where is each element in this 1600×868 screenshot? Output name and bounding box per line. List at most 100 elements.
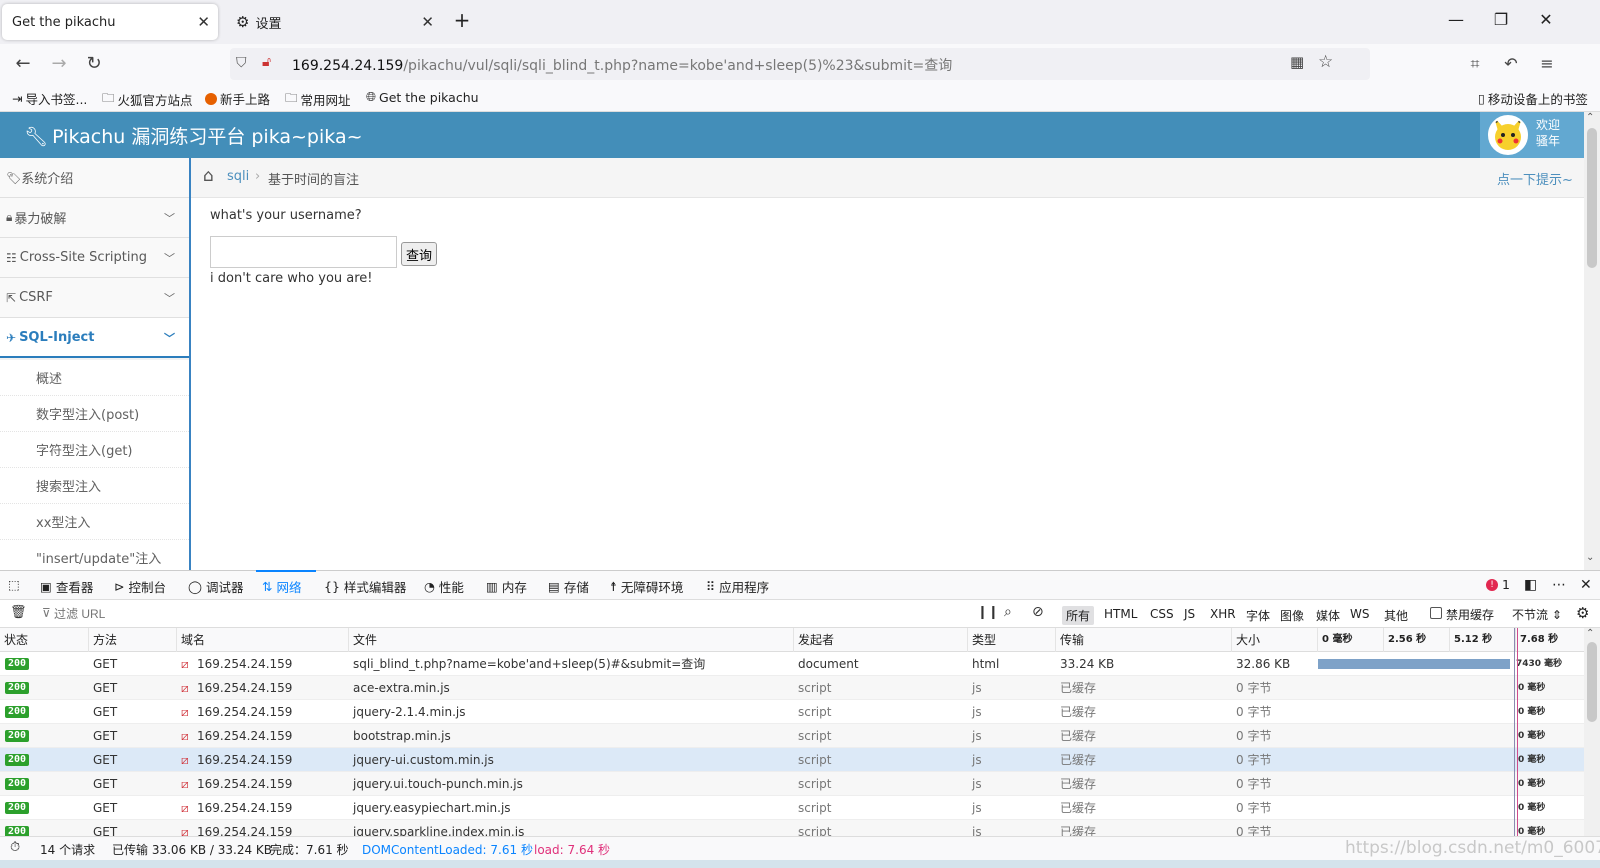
element-picker-icon[interactable]: ⬚ xyxy=(8,577,20,592)
filter-html[interactable]: HTML xyxy=(1100,606,1141,622)
tab-application[interactable]: ⠿ 应用程序 xyxy=(706,577,769,596)
dock-icon[interactable]: ◧ xyxy=(1524,577,1537,593)
table-row[interactable]: 200 GET ⧄ 169.254.24.159 jquery-2.1.4.min.js… xyxy=(0,700,1584,724)
col-transferred[interactable]: 传输 xyxy=(1056,628,1232,652)
disable-cache-checkbox[interactable] xyxy=(1430,607,1442,619)
table-row[interactable]: 200 GET ⧄ 169.254.24.159 bootstrap.min.js scr… xyxy=(0,724,1584,748)
col-file[interactable]: 文件 xyxy=(349,628,794,652)
col-initiator[interactable]: 发起者 xyxy=(794,628,968,652)
scroll-up-icon[interactable]: ⌃ xyxy=(1586,112,1594,123)
col-type[interactable]: 类型 xyxy=(968,628,1056,652)
menu-icon[interactable]: ≡ xyxy=(1536,54,1558,74)
tab-performance[interactable]: ◔ 性能 xyxy=(424,577,464,596)
qr-code-icon[interactable]: ▦ xyxy=(1290,53,1304,71)
page-scrollbar[interactable]: ⌃ ⌄ xyxy=(1584,112,1600,570)
tab-inspector[interactable]: ▣ 查看器 xyxy=(40,577,93,596)
url-bar[interactable]: ⛉ 🔓︎ 169.254.24.159/pikachu/vul/sqli/sql… xyxy=(230,48,1370,80)
scroll-thumb[interactable] xyxy=(1587,642,1597,722)
throttle-select[interactable]: 不节流 ⇕ xyxy=(1512,606,1562,623)
tab-settings[interactable]: ⚙ 设置 ✕ xyxy=(226,4,442,40)
tab-memory[interactable]: ▥ 内存 xyxy=(486,577,527,596)
filter-fonts[interactable]: 字体 xyxy=(1242,606,1274,625)
bookmark-import[interactable]: ⇥ 导入书签... xyxy=(12,89,87,108)
table-row[interactable]: 200 GET ⧄ 169.254.24.159 jquery.easypiechart… xyxy=(0,796,1584,820)
new-tab-button[interactable]: + xyxy=(452,8,472,32)
close-tab-icon[interactable]: ✕ xyxy=(197,13,210,31)
hint-link[interactable]: 点一下提示~ xyxy=(1497,169,1573,188)
bookmark-star-icon[interactable]: ☆ xyxy=(1318,52,1333,72)
col-domain[interactable]: 域名 xyxy=(177,628,349,652)
sidebar-sub-insert-update[interactable]: "insert/update"注入 xyxy=(0,540,189,570)
username-input[interactable] xyxy=(210,236,397,268)
close-window-icon[interactable]: ✕ xyxy=(1536,10,1556,29)
bookmark-common-sites[interactable]: 🗀 常用网址 xyxy=(285,89,351,110)
search-icon[interactable]: ⌕ xyxy=(1004,604,1012,620)
user-menu[interactable]: 欢迎 骚年 xyxy=(1480,112,1584,158)
col-size[interactable]: 大小 xyxy=(1232,628,1318,652)
scroll-up-icon[interactable]: ⌃ xyxy=(1586,628,1594,639)
shield-icon[interactable]: ⛉ xyxy=(236,55,247,71)
sidebar-sub-xx[interactable]: xx型注入 xyxy=(0,504,189,540)
sidebar-item-brute-force[interactable]: 🔒︎ 暴力破解 ﹀ xyxy=(0,198,189,238)
reload-icon[interactable]: ↻ xyxy=(83,54,105,74)
table-row[interactable]: 200 GET ⧄ 169.254.24.159 sqli_blind_t.php?na… xyxy=(0,652,1584,676)
filter-js[interactable]: JS xyxy=(1180,606,1199,622)
tab-network[interactable]: ⇅ 网络 xyxy=(262,577,302,596)
sidebar-item-xss[interactable]: ☷ Cross-Site Scripting ﹀ xyxy=(0,238,189,278)
home-icon[interactable]: ⌂ xyxy=(203,166,214,186)
network-scrollbar[interactable]: ⌃ xyxy=(1584,628,1600,836)
undo-icon[interactable]: ↶ xyxy=(1500,54,1522,74)
table-row[interactable]: 200 GET ⧄ 169.254.24.159 jquery.sparkline.in… xyxy=(0,820,1584,836)
tab-style-editor[interactable]: {} 样式编辑器 xyxy=(324,577,406,596)
filter-url-input[interactable] xyxy=(54,604,954,624)
filter-ws[interactable]: WS xyxy=(1346,606,1373,622)
scroll-thumb[interactable] xyxy=(1587,128,1597,268)
back-icon[interactable]: ← xyxy=(12,54,34,74)
settings-gear-icon[interactable]: ⚙ xyxy=(1576,604,1589,622)
sidebar-sub-string-get[interactable]: 字符型注入(get) xyxy=(0,432,189,468)
table-row[interactable]: 200 GET ⧄ 169.254.24.159 ace-extra.min.js scr… xyxy=(0,676,1584,700)
query-button[interactable]: 查询 xyxy=(401,242,438,266)
filter-media[interactable]: 媒体 xyxy=(1312,606,1344,625)
filter-xhr[interactable]: XHR xyxy=(1206,606,1240,622)
bookmark-firefox-site[interactable]: 🗀 火狐官方站点 xyxy=(102,89,193,110)
site-title[interactable]: 🔧︎ Pikachu 漏洞练习平台 pika~pika~ xyxy=(24,122,363,149)
breadcrumb-sqli-link[interactable]: sqli xyxy=(227,169,249,184)
close-devtools-icon[interactable]: ✕ xyxy=(1580,577,1592,593)
pause-icon[interactable]: ❙❙ xyxy=(977,605,999,620)
trash-icon[interactable]: 🗑︎ xyxy=(10,605,27,620)
scroll-down-icon[interactable]: ⌄ xyxy=(1586,552,1594,563)
more-options-icon[interactable]: ⋯ xyxy=(1552,577,1566,593)
table-row[interactable]: 200 GET ⧄ 169.254.24.159 jquery-ui.custom.mi… xyxy=(0,748,1584,772)
stopwatch-icon[interactable]: ⏱︎ xyxy=(10,840,20,855)
col-status[interactable]: 状态 xyxy=(0,628,89,652)
tab-console[interactable]: ⊳ 控制台 xyxy=(114,577,166,596)
filter-all[interactable]: 所有 xyxy=(1062,606,1095,625)
tab-accessibility[interactable]: ☨ 无障碍环境 xyxy=(610,577,683,596)
forward-icon[interactable]: → xyxy=(48,54,70,74)
tab-debugger[interactable]: ◯ 调试器 xyxy=(188,577,244,596)
bookmark-get-the-pikachu[interactable]: 🌐︎ Get the pikachu xyxy=(366,89,479,105)
filter-css[interactable]: CSS xyxy=(1146,606,1178,622)
tab-storage[interactable]: ▤ 存储 xyxy=(548,577,589,596)
bookmark-getting-started[interactable]: 新手上路 xyxy=(205,89,270,108)
sidebar-item-intro[interactable]: 🏷︎ 系统介绍 xyxy=(0,158,189,198)
table-row[interactable]: 200 GET ⧄ 169.254.24.159 jquery.ui.touch-pun… xyxy=(0,772,1584,796)
block-icon[interactable]: ⊘ xyxy=(1032,604,1044,620)
filter-other[interactable]: 其他 xyxy=(1380,606,1412,625)
url-text[interactable]: 169.254.24.159/pikachu/vul/sqli/sqli_bli… xyxy=(292,55,952,75)
minimize-icon[interactable]: — xyxy=(1446,10,1466,29)
filter-images[interactable]: 图像 xyxy=(1276,606,1308,625)
sidebar-sub-search[interactable]: 搜索型注入 xyxy=(0,468,189,504)
sidebar-sub-numeric-post[interactable]: 数字型注入(post) xyxy=(0,396,189,432)
sidebar-item-sql-inject[interactable]: ✈ SQL-Inject ﹀ xyxy=(0,318,189,358)
sidebar-sub-overview[interactable]: 概述 xyxy=(0,360,189,396)
tab-get-the-pikachu[interactable]: Get the pikachu ✕ xyxy=(2,4,218,40)
mobile-bookmarks[interactable]: ▯ 移动设备上的书签 xyxy=(1478,89,1588,108)
screenshot-icon[interactable]: ⌗ xyxy=(1464,54,1486,74)
sidebar-item-csrf[interactable]: ⇱ CSRF ﹀ xyxy=(0,278,189,318)
close-tab-icon[interactable]: ✕ xyxy=(421,13,434,31)
error-count[interactable]: ! 1 xyxy=(1486,577,1510,592)
insecure-lock-icon[interactable]: 🔓︎ xyxy=(262,54,271,70)
col-method[interactable]: 方法 xyxy=(89,628,177,652)
